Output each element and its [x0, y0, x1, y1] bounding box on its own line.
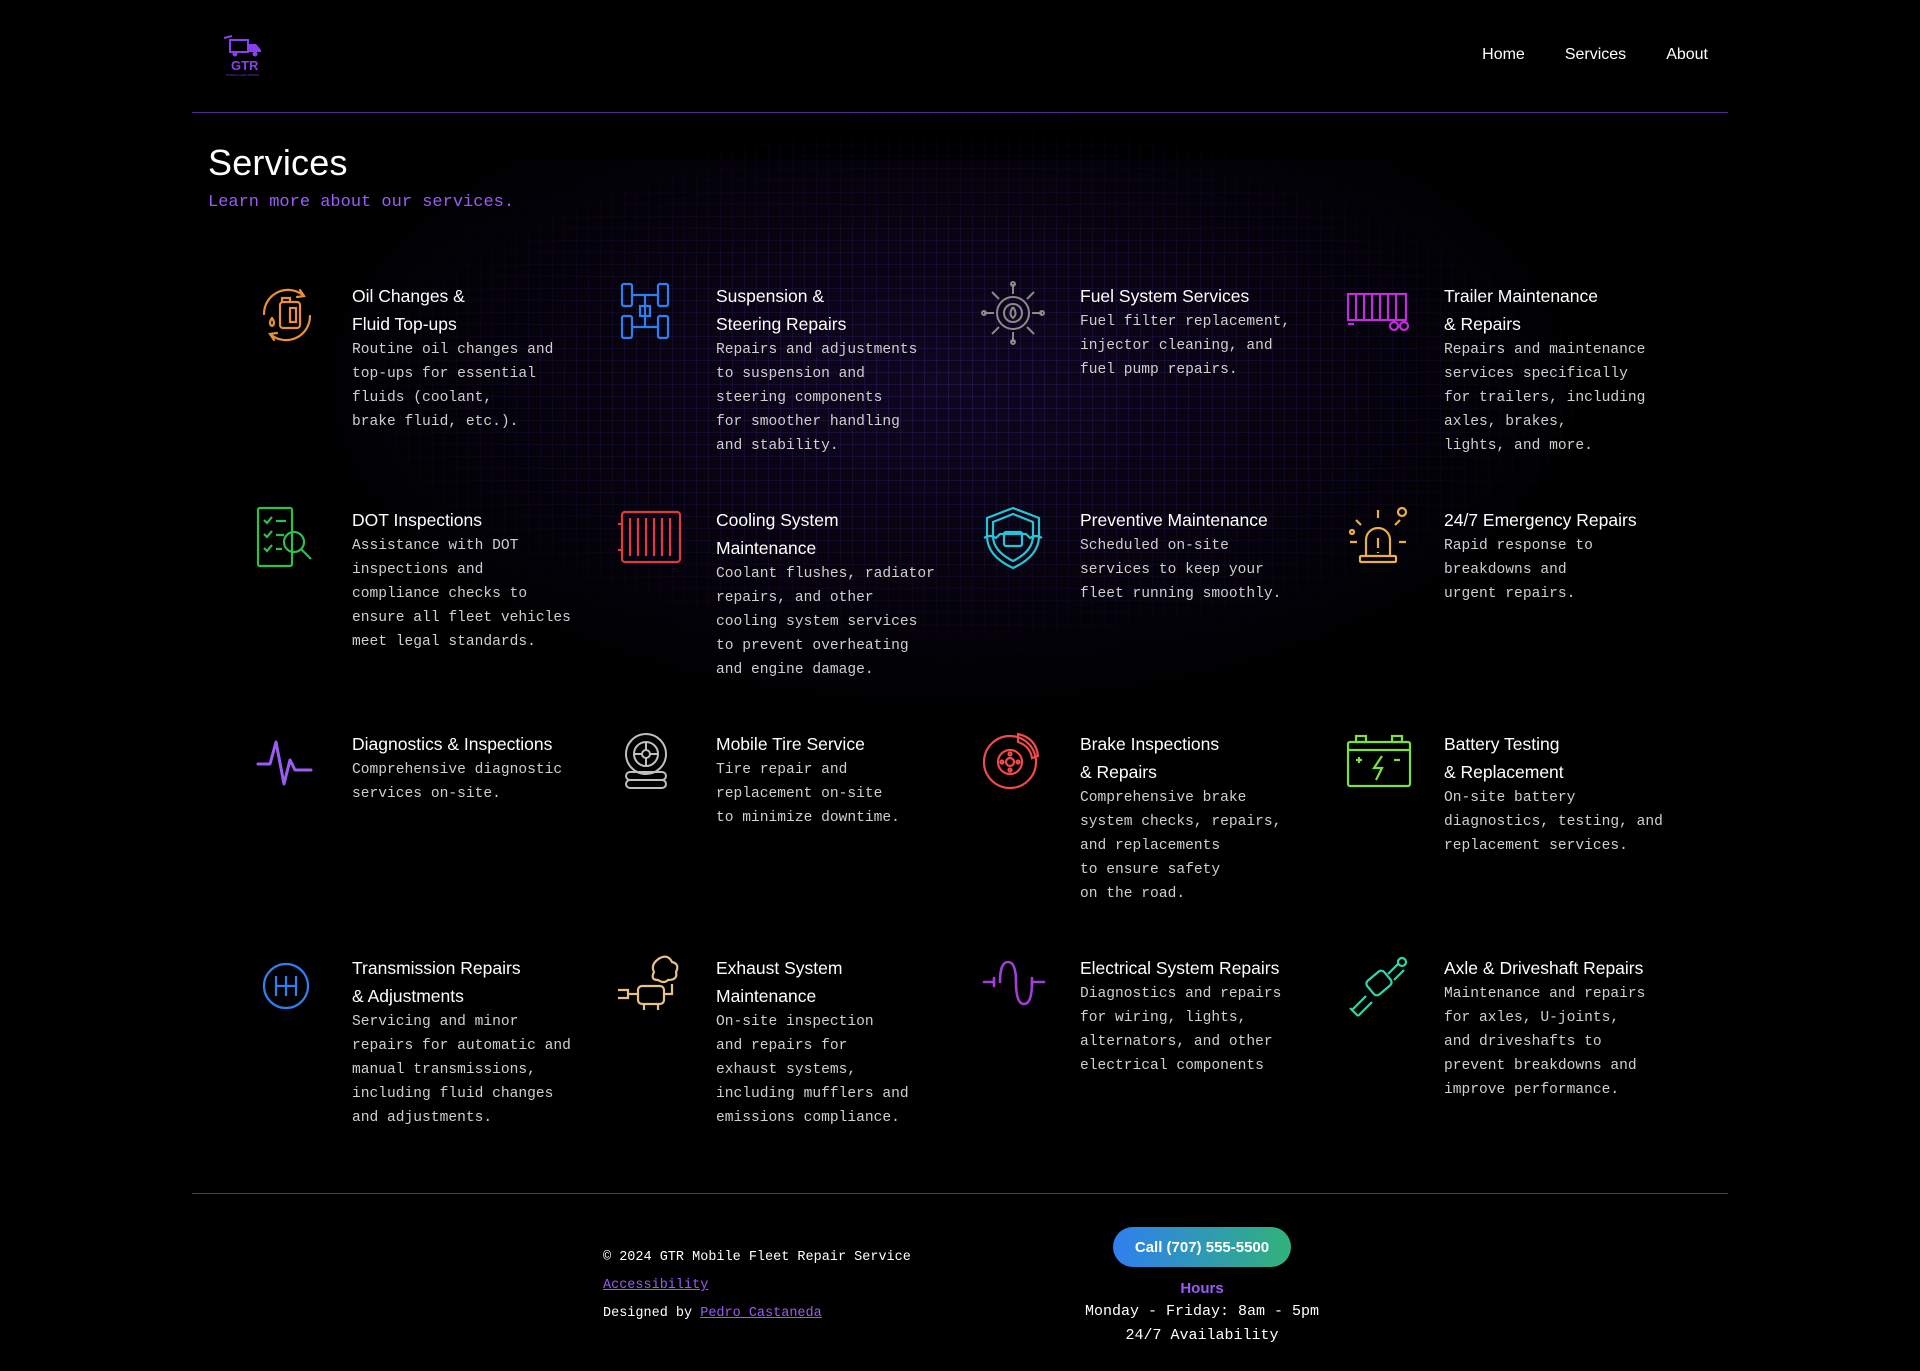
- logo-subtext: MOBILE FLEET REPAIR: [226, 73, 260, 77]
- service-description: Comprehensive brake system checks, repai…: [1080, 790, 1282, 902]
- service-title: Brake Inspections & Repairs: [1080, 734, 1220, 782]
- site-header: GTR MOBILE FLEET REPAIR Home Services Ab…: [192, 0, 1728, 113]
- battery-icon: [1344, 728, 1414, 798]
- service-description: On-site inspection and repairs for exhau…: [716, 1014, 909, 1126]
- nav-about[interactable]: About: [1666, 46, 1708, 64]
- service-description: Repairs and adjustments to suspension an…: [716, 342, 918, 454]
- axle-chassis-icon: [616, 280, 686, 350]
- service-description: Maintenance and repairs for axles, U-joi…: [1444, 986, 1646, 1098]
- heartbeat-icon: [252, 728, 322, 798]
- designed-by: Designed by Pedro Castaneda: [603, 1305, 911, 1333]
- page-subtitle: Learn more about our services.: [208, 193, 515, 212]
- service-description: Repairs and maintenance services specifi…: [1444, 342, 1646, 454]
- copyright-text: © 2024 GTR Mobile Fleet Repair Service: [603, 1250, 911, 1265]
- oil-can-icon: [252, 280, 322, 350]
- hours-title: Hours: [1180, 1280, 1224, 1297]
- logo-text: GTR: [231, 58, 259, 73]
- siren-icon: [1344, 504, 1414, 574]
- services-grid: Oil Changes & Fluid Top-ups Routine oil …: [252, 280, 1708, 1140]
- trailer-icon: [1344, 280, 1414, 350]
- service-title: Cooling System Maintenance: [716, 510, 839, 558]
- service-title: Preventive Maintenance: [1080, 510, 1268, 530]
- nav-home[interactable]: Home: [1482, 46, 1525, 64]
- checklist-magnifier-icon: [252, 504, 322, 574]
- hours-section: Hours Monday - Friday: 8am - 5pm 24/7 Av…: [1052, 1278, 1352, 1348]
- exhaust-icon: [616, 952, 686, 1022]
- service-description: Assistance with DOT inspections and comp…: [352, 538, 571, 650]
- service-title: Battery Testing & Replacement: [1444, 734, 1564, 782]
- service-title: Axle & Driveshaft Repairs: [1444, 958, 1644, 978]
- radiator-icon: [616, 504, 686, 574]
- hours-weekdays: Monday - Friday: 8am - 5pm: [1084, 1303, 1320, 1320]
- service-title: Exhaust System Maintenance: [716, 958, 843, 1006]
- designed-by-prefix: Designed by: [603, 1306, 701, 1321]
- main-nav: Home Services About: [1482, 46, 1708, 64]
- service-title: Suspension & Steering Repairs: [716, 286, 847, 334]
- tire-icon: [616, 728, 686, 798]
- site-footer: © 2024 GTR Mobile Fleet Repair Service A…: [192, 1193, 1728, 1371]
- brake-disc-icon: [980, 728, 1050, 798]
- service-description: On-site battery diagnostics, testing, an…: [1444, 790, 1663, 854]
- footer-info: © 2024 GTR Mobile Fleet Repair Service A…: [603, 1249, 911, 1333]
- service-title: Fuel System Services: [1080, 286, 1250, 306]
- page-title: Services: [208, 142, 348, 183]
- service-title: Electrical System Repairs: [1080, 958, 1280, 978]
- service-title: Mobile Tire Service: [716, 734, 865, 754]
- service-description: Tire repair and replacement on-site to m…: [716, 762, 900, 826]
- service-description: Routine oil changes and top-ups for esse…: [352, 342, 554, 430]
- service-title: Diagnostics & Inspections: [352, 734, 553, 754]
- nav-services[interactable]: Services: [1565, 46, 1626, 64]
- service-title: 24/7 Emergency Repairs: [1444, 510, 1637, 530]
- service-title: DOT Inspections: [352, 510, 483, 530]
- wire-icon: [980, 952, 1050, 1022]
- service-title: Trailer Maintenance & Repairs: [1444, 286, 1599, 334]
- call-button[interactable]: Call (707) 555-5500: [1113, 1227, 1291, 1267]
- service-description: Coolant flushes, radiator repairs, and o…: [716, 566, 935, 678]
- hours-availability: 24/7 Availability: [1125, 1327, 1279, 1344]
- designer-link[interactable]: Pedro Castaneda: [700, 1306, 822, 1321]
- service-description: Comprehensive diagnostic services on-sit…: [352, 762, 563, 802]
- service-description: Fuel filter replacement, injector cleani…: [1080, 314, 1291, 378]
- service-title: Transmission Repairs & Adjustments: [352, 958, 521, 1006]
- service-description: Servicing and minor repairs for automati…: [352, 1014, 571, 1126]
- gtr-logo[interactable]: GTR MOBILE FLEET REPAIR: [222, 34, 272, 78]
- service-description: Scheduled on-site services to keep your …: [1080, 538, 1282, 602]
- service-description: Diagnostics and repairs for wiring, ligh…: [1080, 986, 1282, 1074]
- fuel-gear-icon: [980, 280, 1050, 350]
- service-description: Rapid response to breakdowns and urgent …: [1444, 538, 1593, 602]
- shield-wrench-icon: [980, 504, 1050, 574]
- gear-shifter-icon: [252, 952, 322, 1022]
- service-title: Oil Changes & Fluid Top-ups: [352, 286, 465, 334]
- driveshaft-icon: [1344, 952, 1414, 1022]
- accessibility-link[interactable]: Accessibility: [603, 1278, 708, 1293]
